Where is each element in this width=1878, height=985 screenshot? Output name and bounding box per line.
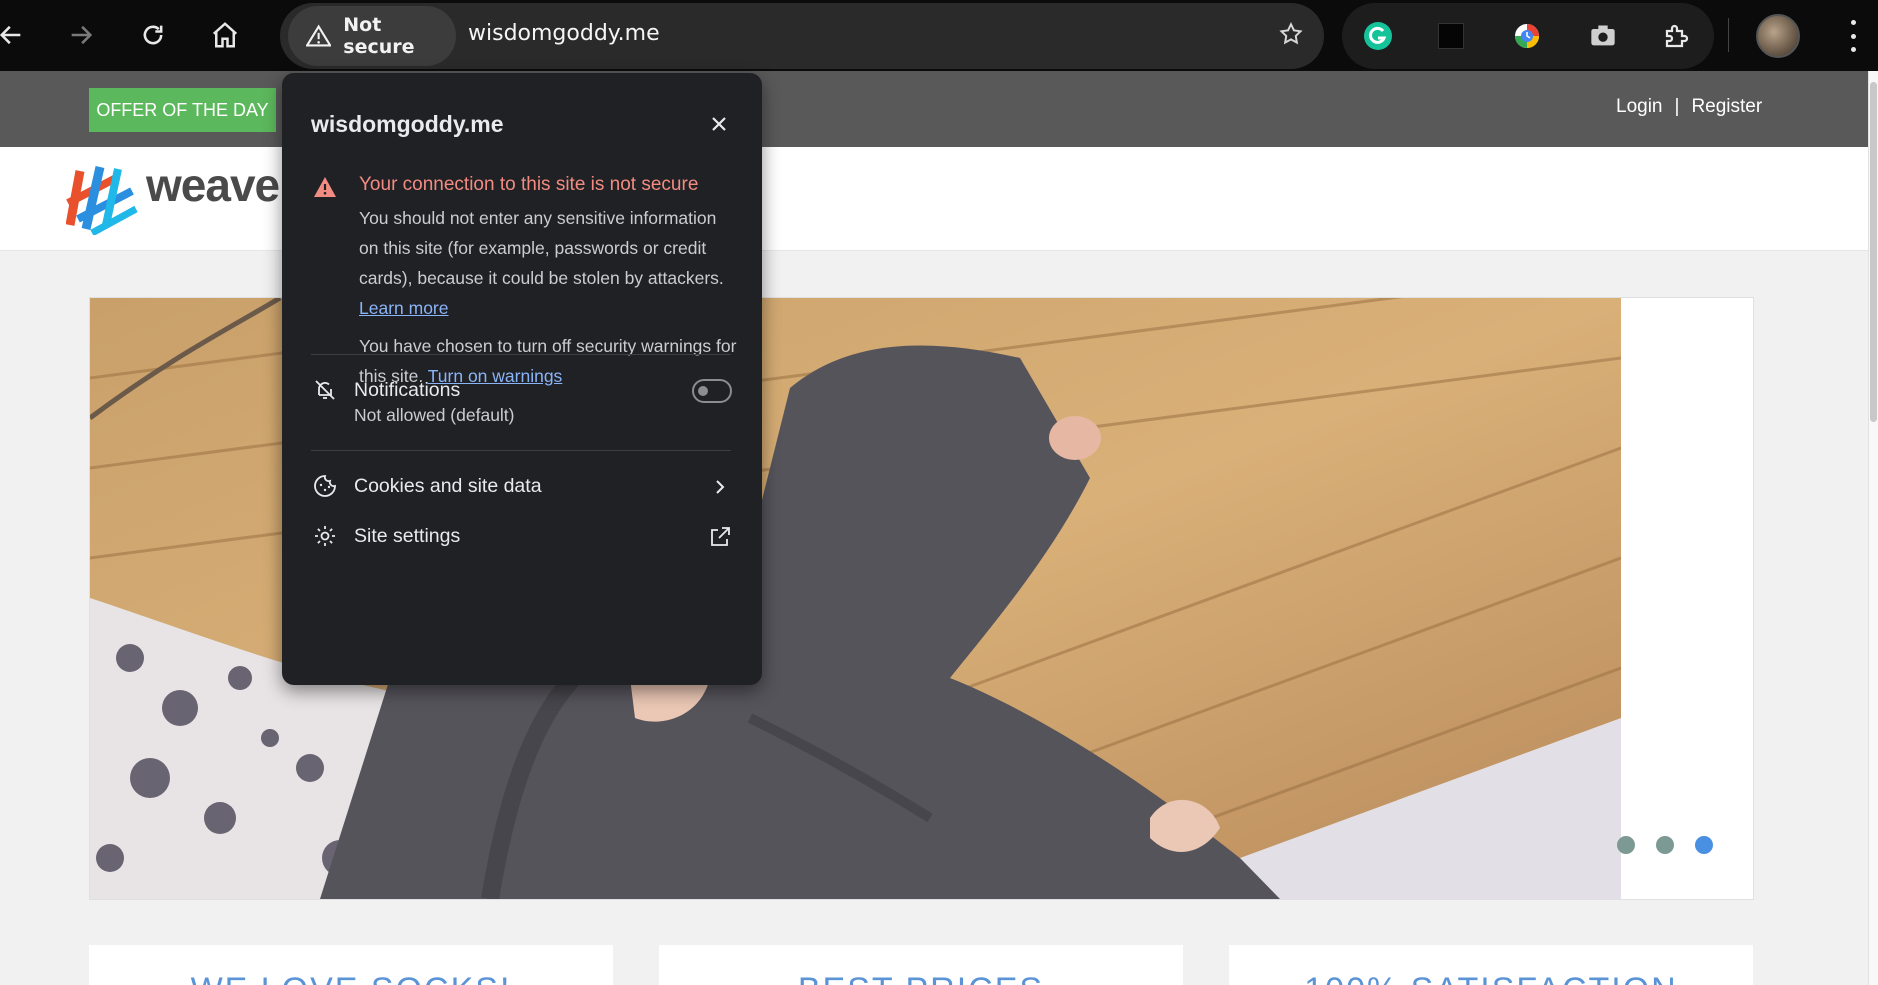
- feature-card-3: 100% SATISFACTION: [1229, 945, 1753, 985]
- notifications-status: Not allowed (default): [354, 405, 515, 425]
- browser-menu-button[interactable]: [1845, 16, 1861, 56]
- connection-warning-body: You should not enter any sensitive infor…: [359, 203, 739, 323]
- warning-triangle-icon: [306, 24, 332, 47]
- home-icon: [212, 22, 238, 48]
- url-text[interactable]: wisdomgoddy.me: [468, 21, 660, 46]
- bookmark-button[interactable]: [1278, 21, 1304, 51]
- toolbar-divider: [1728, 18, 1729, 52]
- cookies-row[interactable]: Cookies and site data: [282, 465, 762, 509]
- popup-divider: [311, 450, 731, 451]
- slider-dot-2[interactable]: [1656, 836, 1674, 854]
- grammarly-extension[interactable]: [1361, 19, 1395, 53]
- auth-separator: |: [1674, 96, 1680, 117]
- reload-icon: [143, 25, 163, 45]
- learn-more-link[interactable]: Learn more: [359, 298, 449, 318]
- extensions-area: [1342, 3, 1714, 69]
- auth-links: Login | Register: [1616, 96, 1762, 118]
- feature-card-title: 100% SATISFACTION: [1229, 971, 1753, 985]
- reload-button[interactable]: [130, 12, 176, 58]
- popup-divider: [311, 354, 731, 355]
- profile-avatar[interactable]: [1756, 14, 1800, 58]
- address-bar[interactable]: Not secure wisdomgoddy.me: [280, 3, 1324, 69]
- forward-button[interactable]: [58, 12, 104, 58]
- warning-icon: [314, 177, 336, 197]
- cookies-label: Cookies and site data: [354, 475, 542, 497]
- slider-dot-1[interactable]: [1617, 836, 1635, 854]
- cookie-icon: [314, 475, 336, 497]
- weave-logo-icon[interactable]: [66, 163, 140, 235]
- site-settings-row[interactable]: Site settings: [282, 515, 762, 559]
- logo-header: [0, 147, 1868, 251]
- grammarly-icon: [1364, 22, 1392, 50]
- dark-extension[interactable]: [1434, 19, 1468, 53]
- clock-extension[interactable]: [1510, 19, 1544, 53]
- notifications-off-icon: [315, 380, 335, 400]
- not-secure-label: Not secure: [343, 14, 415, 58]
- site-settings-label: Site settings: [354, 525, 461, 547]
- warning-body-text: You should not enter any sensitive infor…: [359, 208, 724, 288]
- chevron-right-icon: [716, 480, 725, 494]
- notifications-toggle[interactable]: [692, 379, 732, 403]
- offer-of-the-day-button[interactable]: OFFER OF THE DAY: [89, 88, 276, 132]
- gear-icon: [315, 526, 335, 546]
- connection-warning-title: Your connection to this site is not secu…: [359, 174, 699, 195]
- star-icon: [1279, 22, 1303, 45]
- back-arrow-icon: [0, 25, 21, 45]
- extensions-menu-button[interactable]: [1660, 19, 1694, 53]
- colorful-clock-icon: [1515, 24, 1539, 48]
- register-link[interactable]: Register: [1691, 96, 1762, 118]
- scrollbar-thumb[interactable]: [1870, 82, 1877, 422]
- toggle-knob: [698, 386, 708, 396]
- feature-card-2: BEST PRICES: [659, 945, 1183, 985]
- close-icon: [712, 117, 726, 131]
- slider-dot-3[interactable]: [1695, 836, 1713, 854]
- site-info-popup: wisdomgoddy.me Your connection to this s…: [282, 73, 762, 685]
- browser-toolbar: Not secure wisdomgoddy.me: [0, 0, 1878, 71]
- back-button[interactable]: [0, 12, 34, 58]
- forward-arrow-icon: [71, 25, 93, 45]
- open-external-icon: [711, 527, 730, 546]
- camera-icon: [1591, 25, 1615, 46]
- popup-close-button[interactable]: [704, 109, 734, 139]
- home-button[interactable]: [202, 12, 248, 58]
- notifications-label: Notifications: [354, 379, 461, 401]
- login-link[interactable]: Login: [1616, 96, 1663, 118]
- camera-extension[interactable]: [1586, 19, 1620, 53]
- popup-title: wisdomgoddy.me: [311, 111, 504, 137]
- site-info-chip[interactable]: Not secure: [288, 6, 456, 66]
- feature-card-title: WE LOVE SOCKS!: [89, 971, 613, 985]
- feature-card-1: WE LOVE SOCKS!: [89, 945, 613, 985]
- dark-square-icon: [1438, 23, 1464, 49]
- logo-text[interactable]: weave: [146, 158, 280, 212]
- puzzle-icon: [1665, 24, 1689, 48]
- feature-card-title: BEST PRICES: [659, 971, 1183, 985]
